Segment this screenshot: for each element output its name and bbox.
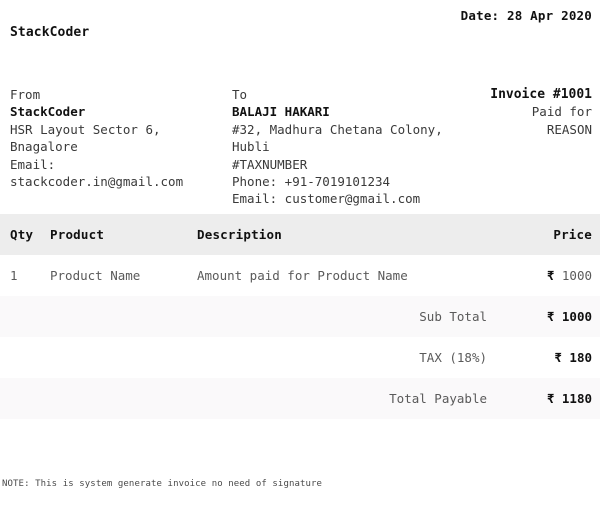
rupee-icon: ₹	[546, 309, 555, 324]
cell-description: Amount paid for Product Name	[197, 255, 487, 296]
tax-value: ₹ 180	[487, 337, 600, 378]
footer-note: NOTE: This is system generate invoice no…	[2, 479, 323, 489]
total-spacer-qty	[0, 378, 50, 419]
subtotal-row: Sub Total ₹ 1000	[0, 296, 600, 337]
total-payable-value: ₹ 1180	[487, 378, 600, 419]
from-email-label: Email:	[10, 156, 56, 172]
invoice-topbar: Date: 28 Apr 2020 StackCoder	[0, 0, 600, 86]
column-header-product: Product	[50, 214, 197, 255]
subtotal-label: Sub Total	[197, 296, 487, 337]
to-email: Email: customer@gmail.com	[232, 191, 421, 207]
paid-for-reason: REASON	[546, 121, 592, 137]
subtotal-amount: 1000	[561, 309, 592, 324]
rupee-icon: ₹	[546, 391, 555, 406]
column-header-description: Description	[197, 214, 487, 255]
table-row: 1 Product Name Amount paid for Product N…	[0, 255, 600, 296]
from-address-line-1: HSR Layout Sector 6,	[10, 121, 161, 137]
subtotal-value: ₹ 1000	[487, 296, 600, 337]
to-tax-number: #TAXNUMBER	[232, 156, 308, 172]
invoice-date: Date: 28 Apr 2020	[460, 8, 592, 23]
tax-label: TAX (18%)	[197, 337, 487, 378]
cell-price: ₹ 1000	[487, 255, 600, 296]
tax-spacer-qty	[0, 337, 50, 378]
table-header-row: Qty Product Description Price	[0, 214, 600, 255]
invoice-items-table: Qty Product Description Price 1 Product …	[0, 214, 600, 419]
subtotal-spacer-qty	[0, 296, 50, 337]
total-payable-row: Total Payable ₹ 1180	[0, 378, 600, 419]
from-company-name: StackCoder	[10, 104, 86, 120]
column-header-qty: Qty	[0, 214, 50, 255]
from-block: From StackCoder HSR Layout Sector 6, Bna…	[10, 86, 225, 190]
tax-amount: 180	[569, 350, 592, 365]
to-phone: Phone: +91-7019101234	[232, 174, 391, 190]
cell-product: Product Name	[50, 255, 197, 296]
company-logo-text: StackCoder	[10, 25, 90, 40]
to-address-line-2: Hubli	[232, 139, 270, 155]
from-address-line-2: Bnagalore	[10, 139, 78, 155]
column-header-price: Price	[487, 214, 600, 255]
from-label: From	[10, 87, 41, 102]
cell-qty: 1	[0, 255, 50, 296]
total-payable-label: Total Payable	[197, 378, 487, 419]
from-email: stackcoder.in@gmail.com	[10, 174, 184, 190]
cell-price-amount: 1000	[561, 268, 592, 283]
rupee-icon: ₹	[546, 268, 555, 283]
subtotal-spacer-product	[50, 296, 197, 337]
rupee-icon: ₹	[554, 350, 562, 365]
tax-spacer-product	[50, 337, 197, 378]
total-spacer-product	[50, 378, 197, 419]
tax-row: TAX (18%) ₹ 180	[0, 337, 600, 378]
total-payable-amount: 1180	[561, 391, 592, 406]
parties-section: From StackCoder HSR Layout Sector 6, Bna…	[0, 86, 600, 214]
invoice-meta-block: Invoice #1001 Paid for REASON	[412, 86, 592, 138]
paid-for-label: Paid for	[531, 104, 592, 120]
invoice-number: Invoice #1001	[490, 87, 592, 102]
